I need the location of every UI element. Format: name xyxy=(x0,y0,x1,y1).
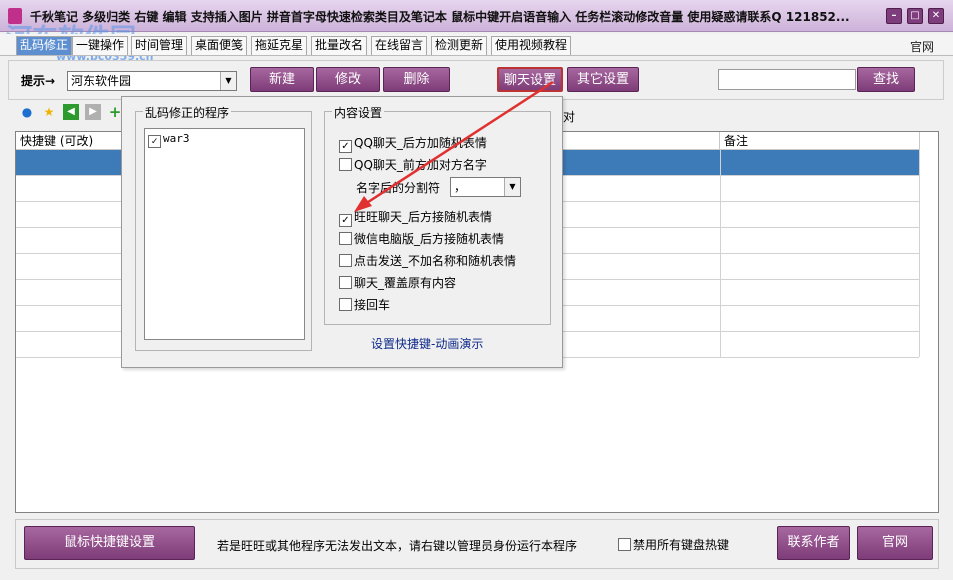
contact-author-button[interactable]: 联系作者 xyxy=(777,526,850,560)
chevron-down-icon[interactable]: ▼ xyxy=(220,72,236,90)
back-arrow-icon[interactable]: ◀ xyxy=(63,104,79,120)
checkbox-checked-icon[interactable]: ✓ xyxy=(339,214,352,227)
forward-arrow-icon[interactable]: ▶ xyxy=(85,104,101,120)
option-label: 接回车 xyxy=(354,298,391,312)
star-icon[interactable]: ★ xyxy=(41,104,57,120)
tab-batch-rename[interactable]: 批量改名 xyxy=(311,36,368,55)
programs-group-title: 乱码修正的程序 xyxy=(143,104,232,121)
search-button[interactable]: 查找 xyxy=(857,67,915,92)
hint-label: 提示→ xyxy=(21,74,56,88)
col-header-note[interactable]: 备注 xyxy=(720,132,920,150)
tab-time-management[interactable]: 时间管理 xyxy=(131,36,188,55)
option-label: QQ聊天_前方加对方名字 xyxy=(354,158,487,172)
tab-bar: 乱码修正 一键操作 时间管理 桌面便笺 拖延克星 批量改名 在线留言 检测更新 … xyxy=(0,34,953,56)
checkbox-icon[interactable] xyxy=(339,158,352,171)
bottom-panel: 鼠标快捷键设置 若是旺旺或其他程序无法发出文本，请右键以管理员身份运行本程序 禁… xyxy=(15,519,939,569)
title-bar: 千秋笔记 多级归类 右键 编辑 支持插入图片 拼音首字母快速检索类目及笔记本 鼠… xyxy=(0,0,953,32)
search-input[interactable] xyxy=(718,69,856,90)
checkbox-icon[interactable] xyxy=(339,232,352,245)
program-item-label: war3 xyxy=(163,132,190,145)
option-qq-name[interactable]: QQ聊天_前方加对方名字 xyxy=(339,156,487,173)
tab-garbled-fix[interactable]: 乱码修正 xyxy=(16,36,73,55)
toolbar: 提示→ 河东软件园 ▼ 新建 修改 删除 聊天设置 其它设置 查找 xyxy=(8,60,944,100)
option-label: 聊天_覆盖原有内容 xyxy=(354,276,457,290)
checkbox-icon[interactable] xyxy=(339,298,352,311)
tab-check-update[interactable]: 检测更新 xyxy=(431,36,488,55)
globe-icon[interactable]: ● xyxy=(19,104,35,120)
checkbox-icon[interactable] xyxy=(339,254,352,267)
separator-value: ， xyxy=(454,180,467,194)
maximize-icon[interactable]: □ xyxy=(907,8,923,24)
column-divider xyxy=(720,150,721,357)
other-settings-button[interactable]: 其它设置 xyxy=(567,67,639,92)
col-header-shortcut[interactable]: 快捷键 (可改) xyxy=(16,132,124,150)
option-label: 旺旺聊天_后方接随机表情 xyxy=(354,210,493,224)
tab-online-message[interactable]: 在线留言 xyxy=(371,36,428,55)
option-label: 微信电脑版_后方接随机表情 xyxy=(354,232,505,246)
tab-one-click[interactable]: 一键操作 xyxy=(72,36,129,55)
content-group-title: 内容设置 xyxy=(332,104,385,121)
program-combo[interactable]: 河东软件园 ▼ xyxy=(67,71,237,91)
chevron-down-icon[interactable]: ▼ xyxy=(504,178,520,196)
option-wechat[interactable]: 微信电脑版_后方接随机表情 xyxy=(339,230,504,247)
option-click-send[interactable]: 点击发送_不加名称和随机表情 xyxy=(339,252,516,269)
minimize-icon[interactable]: – xyxy=(886,8,902,24)
option-qq-random-emoji[interactable]: ✓ QQ聊天_后方加随机表情 xyxy=(339,134,487,153)
tab-video-tutorial[interactable]: 使用视频教程 xyxy=(491,36,572,55)
option-label: QQ聊天_后方加随机表情 xyxy=(354,136,487,150)
option-overwrite[interactable]: 聊天_覆盖原有内容 xyxy=(339,274,456,291)
separator-label: 名字后的分割符 xyxy=(356,181,441,195)
column-divider xyxy=(919,150,920,357)
list-item[interactable]: ✓ war3 xyxy=(148,132,190,148)
mouse-shortcut-button[interactable]: 鼠标快捷键设置 xyxy=(24,526,195,560)
checkbox-icon[interactable] xyxy=(339,276,352,289)
close-icon[interactable]: ✕ xyxy=(928,8,944,24)
option-wangwang[interactable]: ✓ 旺旺聊天_后方接随机表情 xyxy=(339,208,492,227)
programs-group: 乱码修正的程序 ✓ war3 xyxy=(135,104,312,351)
separator-combo[interactable]: ， ▼ xyxy=(450,177,521,197)
checkbox-icon[interactable] xyxy=(618,538,631,551)
checkbox-checked-icon[interactable]: ✓ xyxy=(339,140,352,153)
new-button[interactable]: 新建 xyxy=(250,67,314,92)
option-label: 禁用所有键盘热键 xyxy=(633,538,730,552)
checkbox-checked-icon[interactable]: ✓ xyxy=(148,135,161,148)
tab-procrastination[interactable]: 拖延克星 xyxy=(251,36,308,55)
option-label: 点击发送_不加名称和随机表情 xyxy=(354,254,517,268)
demo-link[interactable]: 设置快捷键-动画演示 xyxy=(371,335,483,352)
content-settings-group: 内容设置 ✓ QQ聊天_后方加随机表情 QQ聊天_前方加对方名字 名字后的分割符 … xyxy=(324,104,551,325)
edit-button[interactable]: 修改 xyxy=(316,67,380,92)
disable-hotkeys-option[interactable]: 禁用所有键盘热键 xyxy=(618,536,729,553)
chat-settings-button[interactable]: 聊天设置 xyxy=(497,67,563,92)
website-button[interactable]: 官网 xyxy=(857,526,933,560)
chat-settings-popup: 乱码修正的程序 ✓ war3 内容设置 ✓ QQ聊天_后方加随机表情 QQ聊天_前方… xyxy=(121,96,563,368)
tab-desktop-notes[interactable]: 桌面便笺 xyxy=(191,36,248,55)
window-title: 千秋笔记 多级归类 右键 编辑 支持插入图片 拼音首字母快速检索类目及笔记本 鼠… xyxy=(30,10,850,24)
hint-text: 若是旺旺或其他程序无法发出文本，请右键以管理员身份运行本程序 xyxy=(217,539,578,553)
program-combo-value: 河东软件园 xyxy=(71,74,132,88)
partial-hidden-text: 对 xyxy=(563,110,576,124)
programs-list[interactable]: ✓ war3 xyxy=(144,128,305,340)
option-enter[interactable]: 接回车 xyxy=(339,296,390,313)
official-site-link[interactable]: 官网 xyxy=(910,38,934,55)
delete-button[interactable]: 删除 xyxy=(383,67,450,92)
